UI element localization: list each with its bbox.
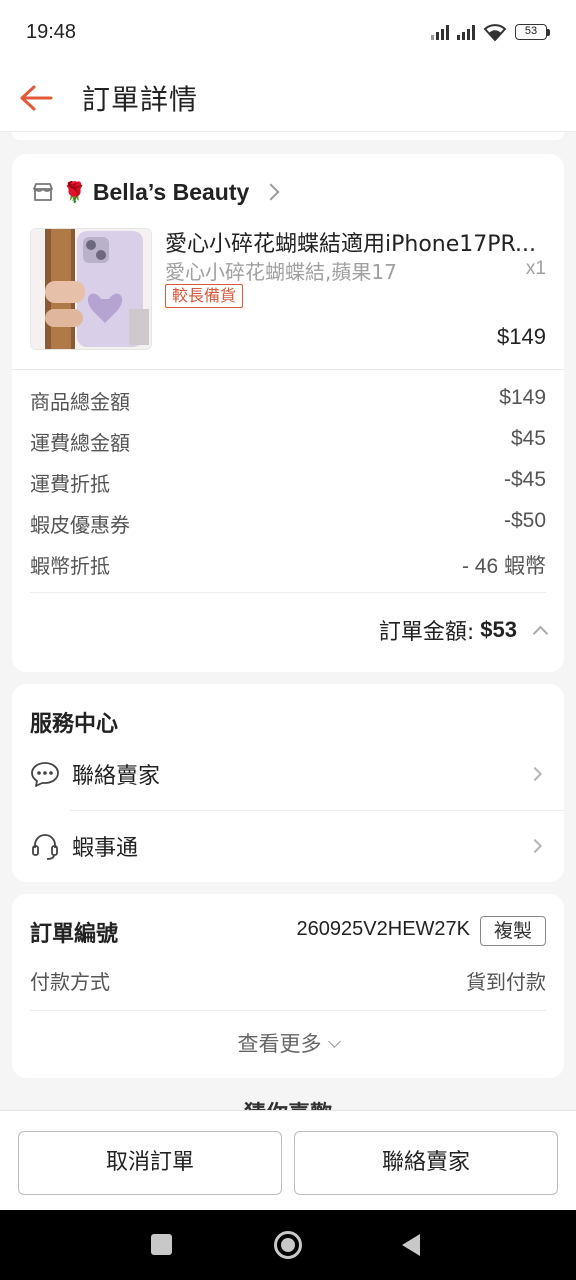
- service-center-card: 服務中心 聯絡賣家 蝦事通: [12, 684, 564, 882]
- back-arrow-icon: [20, 85, 53, 110]
- headset-icon: [32, 834, 58, 860]
- chevron-down-icon: [327, 1035, 341, 1048]
- summary-row: 蝦皮優惠券 -$50: [30, 509, 546, 538]
- payment-method-value: 貨到付款: [466, 970, 546, 994]
- product-title[interactable]: 愛心小碎花蝴蝶結適用iPhone17PR...: [165, 226, 549, 258]
- system-nav-bar: [0, 1210, 576, 1280]
- order-id-label: 訂單編號: [30, 922, 119, 947]
- product-price: $149: [497, 324, 546, 349]
- shop-name: Bella’s Beauty: [92, 178, 250, 205]
- summary-row: 運費折抵 -$45: [30, 468, 546, 497]
- product-image[interactable]: [30, 228, 152, 350]
- divider: [70, 810, 564, 811]
- signal-icon: [431, 24, 449, 40]
- summary-value: - 46 蝦幣: [461, 555, 546, 578]
- contact-seller-row[interactable]: 聯絡賣家: [30, 752, 546, 796]
- summary-label: 商品總金額: [30, 390, 130, 414]
- copy-button[interactable]: 複製: [480, 916, 546, 946]
- chevron-up-icon: [532, 625, 549, 641]
- contact-seller-button[interactable]: 聯絡賣家: [294, 1131, 558, 1195]
- rose-emoji: 🌹: [62, 180, 87, 204]
- previous-card-edge: [12, 132, 564, 140]
- summary-label: 蝦皮優惠券: [30, 513, 130, 537]
- chat-icon: [31, 762, 59, 787]
- recents-button[interactable]: [151, 1234, 172, 1255]
- order-id-value: 260925V2HEW27K: [296, 918, 470, 940]
- order-total-toggle[interactable]: 訂單金額: $53: [378, 614, 549, 646]
- page-title: 訂單詳情: [82, 82, 199, 116]
- order-info-card: 訂單編號 260925V2HEW27K 複製 付款方式 貨到付款 查看更多: [12, 894, 564, 1078]
- summary-label: 運費總金額: [30, 431, 130, 455]
- order-total-value: $53: [480, 617, 517, 642]
- service-center-title: 服務中心: [30, 712, 119, 737]
- signal-icon-2: [457, 24, 475, 40]
- system-back-button[interactable]: [402, 1234, 420, 1256]
- summary-row: 商品總金額 $149: [30, 386, 546, 415]
- app-header: 訂單詳情: [0, 64, 576, 132]
- chevron-right-icon: [527, 838, 543, 854]
- summary-value: $45: [510, 427, 546, 450]
- divider: [30, 1010, 546, 1011]
- shopee-assistant-row[interactable]: 蝦事通: [30, 824, 546, 868]
- back-button[interactable]: [0, 64, 72, 132]
- view-more-button[interactable]: 查看更多: [12, 1028, 564, 1058]
- view-more-label: 查看更多: [237, 1032, 322, 1056]
- summary-value: -$50: [503, 509, 546, 532]
- product-quantity: x1: [525, 258, 546, 279]
- summary-label: 蝦幣折抵: [30, 554, 110, 578]
- product-photo: [31, 229, 151, 349]
- product-variant: 愛心小碎花蝴蝶結,蘋果17: [165, 260, 397, 284]
- battery-level: 53: [515, 24, 547, 40]
- status-time: 19:48: [26, 20, 77, 43]
- battery-icon: 53: [515, 24, 550, 40]
- recommend-heading: 猜你喜歡: [0, 1096, 576, 1110]
- contact-seller-label: 聯絡賣家: [72, 764, 161, 789]
- summary-row: 運費總金額 $45: [30, 427, 546, 456]
- payment-method-label: 付款方式: [30, 970, 110, 994]
- divider: [12, 369, 564, 370]
- order-card: 🌹 Bella’s Beauty 愛心小碎花蝴蝶結適用iPhone17PR...…: [12, 154, 564, 672]
- divider: [30, 592, 546, 593]
- summary-row: 蝦幣折抵 - 46 蝦幣: [30, 550, 546, 580]
- summary-label: 運費折抵: [30, 472, 110, 496]
- shop-icon: [33, 183, 53, 201]
- preorder-tag: 較長備貨: [165, 284, 244, 308]
- wifi-icon: [483, 24, 507, 41]
- shopee-assistant-label: 蝦事通: [72, 836, 139, 861]
- status-icons: 53: [431, 23, 550, 41]
- home-button[interactable]: [274, 1231, 302, 1259]
- cancel-order-button[interactable]: 取消訂單: [18, 1131, 282, 1195]
- order-total-label: 訂單金額:: [378, 620, 475, 645]
- shop-link[interactable]: 🌹 Bella’s Beauty: [32, 174, 280, 210]
- chevron-right-icon: [527, 766, 543, 782]
- content-scroll[interactable]: 🌹 Bella’s Beauty 愛心小碎花蝴蝶結適用iPhone17PR...…: [0, 132, 576, 1110]
- chevron-right-icon: [262, 183, 280, 201]
- summary-value: $149: [499, 386, 546, 409]
- summary-value: -$45: [503, 468, 546, 491]
- bottom-action-bar: 取消訂單 聯絡賣家: [0, 1110, 576, 1210]
- status-bar: 19:48 53: [0, 0, 576, 64]
